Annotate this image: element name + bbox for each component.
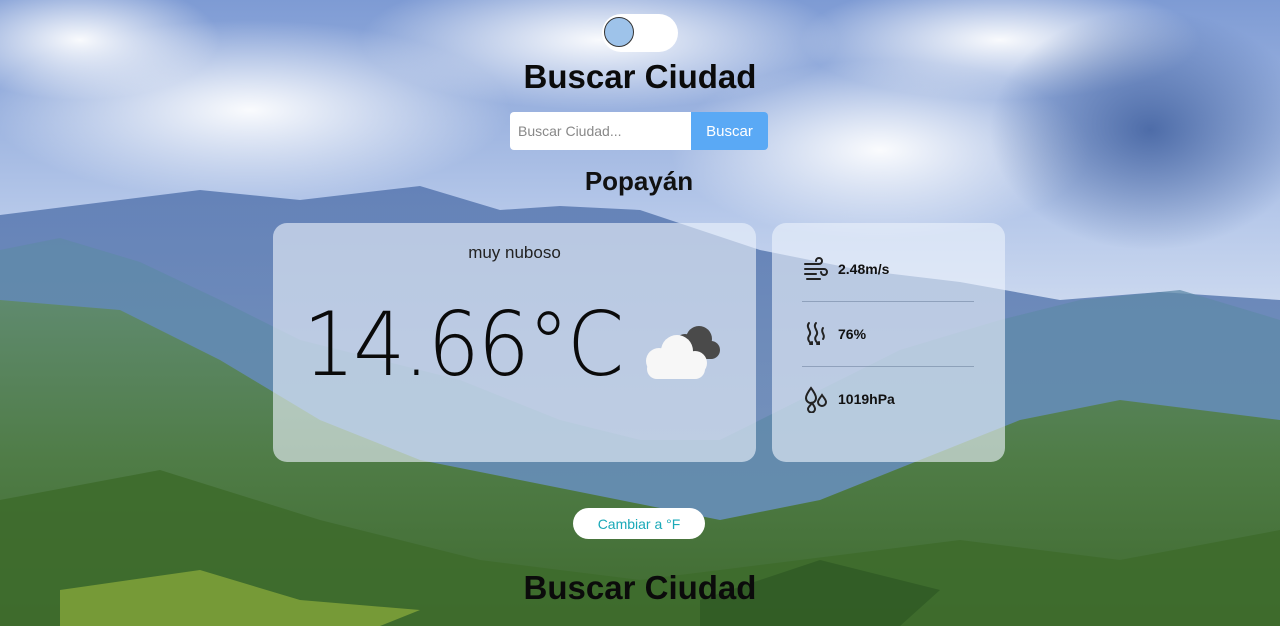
pressure-stat: 1019hPa [802, 367, 974, 431]
humidity-stat: 76% [802, 302, 974, 366]
wind-icon [804, 257, 828, 280]
wind-stat: 2.48m/s [802, 237, 974, 301]
page-title: Buscar Ciudad [523, 58, 757, 95]
weather-card: muy nuboso 14.66°C [273, 223, 756, 462]
cloud-icon [646, 326, 720, 379]
humidity-icon [806, 322, 825, 345]
weather-details-card: 2.48m/s 76% 1019hPa [772, 223, 1005, 462]
wind-value: 2.48m/s [838, 261, 890, 277]
city-name: Popayán [584, 166, 694, 196]
search-input[interactable] [510, 112, 691, 150]
weather-description: muy nuboso [468, 243, 561, 262]
change-unit-button[interactable]: Cambiar a °F [573, 508, 705, 539]
footer-title: Buscar Ciudad [523, 569, 757, 606]
humidity-value: 76% [838, 326, 867, 342]
search-form: Buscar [510, 112, 768, 150]
pressure-value: 1019hPa [838, 391, 895, 407]
temperature-value: 14.66°C [303, 293, 624, 396]
circle-knob-icon [604, 17, 634, 47]
search-button[interactable]: Buscar [691, 112, 768, 150]
theme-toggle[interactable] [602, 14, 678, 52]
pressure-icon [804, 386, 828, 413]
